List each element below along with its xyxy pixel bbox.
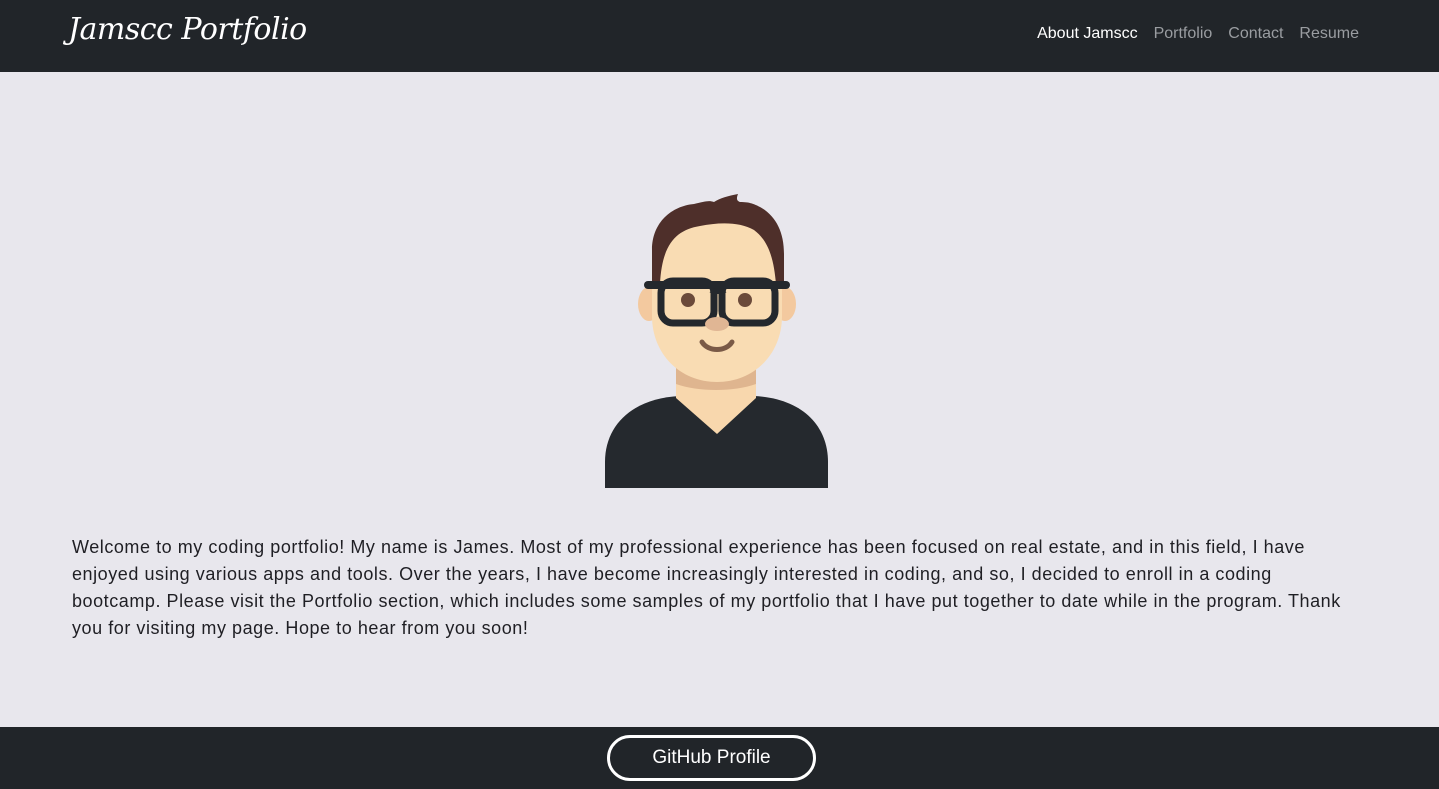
- nav-links: About Jamscc Portfolio Contact Resume: [1037, 25, 1359, 43]
- nav-link-portfolio[interactable]: Portfolio: [1154, 25, 1213, 43]
- developer-avatar-icon: [605, 194, 828, 488]
- main-content: Welcome to my coding portfolio! My name …: [0, 72, 1439, 727]
- nav-link-resume[interactable]: Resume: [1299, 25, 1359, 43]
- github-profile-button[interactable]: GitHub Profile: [607, 735, 816, 781]
- nav-link-about[interactable]: About Jamscc: [1037, 25, 1137, 43]
- bio-paragraph: Welcome to my coding portfolio! My name …: [72, 537, 1341, 638]
- footer: GitHub Profile: [0, 727, 1439, 789]
- nav-link-contact[interactable]: Contact: [1228, 25, 1283, 43]
- brand-logo[interactable]: Jamscc Portfolio: [68, 12, 307, 47]
- navbar: Jamscc Portfolio About Jamscc Portfolio …: [0, 0, 1439, 72]
